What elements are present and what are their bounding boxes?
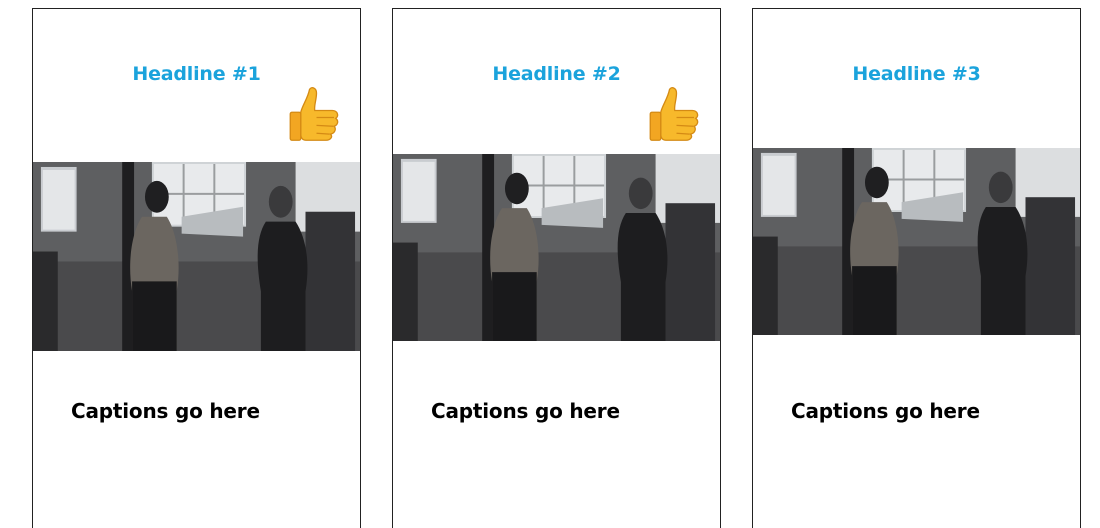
panel-caption: Captions go here (71, 399, 260, 423)
panel-headline: Headline #2 (492, 63, 621, 85)
thumbs-up-icon[interactable] (285, 85, 341, 143)
panel-headline: Headline #3 (852, 63, 981, 85)
gym-photo (33, 162, 360, 351)
panel-caption: Captions go here (431, 399, 620, 423)
story-panel-3: Headline #3 Captions go here (752, 8, 1081, 528)
gym-photo (753, 148, 1080, 335)
story-panel-1: Headline #1 Captions go here (32, 8, 361, 528)
panel-headline: Headline #1 (132, 63, 261, 85)
gym-photo (393, 154, 720, 341)
thumbs-up-icon[interactable] (645, 85, 701, 143)
panel-caption: Captions go here (791, 399, 980, 423)
story-panel-2: Headline #2 Captions go here (392, 8, 721, 528)
